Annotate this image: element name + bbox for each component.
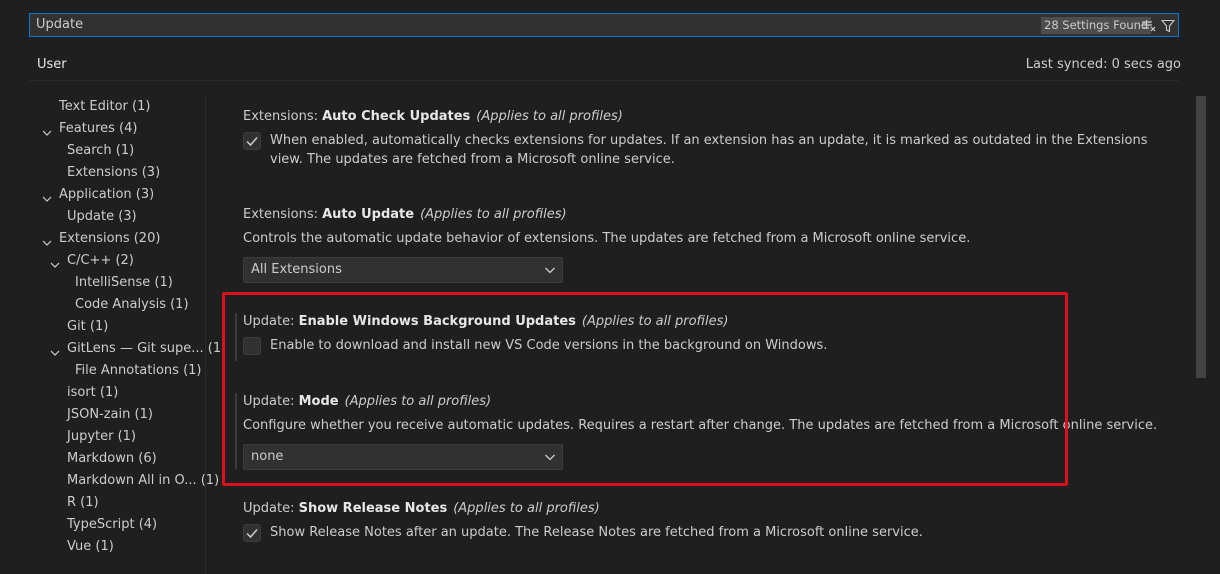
toc-item-label: Search (1) xyxy=(67,143,135,158)
tab-user[interactable]: User xyxy=(29,50,75,81)
toc-item-label: Features (4) xyxy=(59,121,138,136)
setting-scope: (Applies to all profiles) xyxy=(420,207,567,222)
toc-item-label: Jupyter (1) xyxy=(67,429,137,444)
setting-description: Controls the automatic update behavior o… xyxy=(243,231,971,246)
toc-item-update[interactable]: Update (3) xyxy=(67,206,137,228)
auto-check-updates-checkbox[interactable] xyxy=(243,132,261,150)
clear-filter-icon[interactable] xyxy=(1140,17,1158,35)
toc-item-markdown-all-in-one[interactable]: Markdown All in O... (1) xyxy=(67,470,219,492)
toc-item-label: Application (3) xyxy=(59,187,155,202)
chevron-down-icon xyxy=(42,190,52,212)
toc-item-jupyter[interactable]: Jupyter (1) xyxy=(67,426,136,448)
toc-item-label: Vue (1) xyxy=(67,539,114,554)
toc-item-label: GitLens — Git supe... (1) xyxy=(67,341,227,356)
dropdown-value: All Extensions xyxy=(251,262,342,277)
setting-description: When enabled, automatically checks exten… xyxy=(270,133,1148,167)
toc-item-label: Update (3) xyxy=(67,209,137,224)
chevron-down-icon xyxy=(50,344,60,366)
toc-item-label: Markdown All in O... (1) xyxy=(67,473,220,488)
toc-item-intellisense[interactable]: IntelliSense (1) xyxy=(75,272,173,294)
tabs-divider xyxy=(29,80,1179,81)
toc-item-file-annotations[interactable]: File Annotations (1) xyxy=(75,360,202,382)
setting-scope: (Applies to all profiles) xyxy=(476,109,623,124)
checkmark-icon xyxy=(246,137,258,147)
highlight-annotation-box xyxy=(222,292,1068,486)
toc-item-cpp[interactable]: C/C++ (2) xyxy=(50,250,134,272)
settings-search-box[interactable]: 28 Settings Found xyxy=(29,13,1179,37)
toc-item-vue[interactable]: Vue (1) xyxy=(67,536,114,558)
toc-item-label: Extensions (20) xyxy=(59,231,161,246)
setting-name: Auto Update xyxy=(322,207,415,222)
chevron-down-icon xyxy=(544,264,556,280)
toc-item-markdown[interactable]: Markdown (6) xyxy=(67,448,157,470)
toc-item-extensions[interactable]: Extensions (20) xyxy=(42,228,161,250)
toc-item-application[interactable]: Application (3) xyxy=(42,184,155,206)
toc-item-label: Extensions (3) xyxy=(67,165,161,180)
toc-item-code-analysis[interactable]: Code Analysis (1) xyxy=(75,294,189,316)
toc-item-gitlens[interactable]: GitLens — Git supe... (1) xyxy=(50,338,227,360)
setting-title: Extensions: Auto Update (Applies to all p… xyxy=(243,206,1183,224)
chevron-down-icon xyxy=(50,256,60,278)
toc-item-isort[interactable]: isort (1) xyxy=(67,382,118,404)
toc-item-features[interactable]: Features (4) xyxy=(42,118,138,140)
toc-item-label: JSON-zain (1) xyxy=(67,407,153,422)
toc-item-label: isort (1) xyxy=(67,385,119,400)
setting-extensions-auto-update: Extensions: Auto Update (Applies to all p… xyxy=(243,206,1183,286)
chevron-down-icon xyxy=(42,124,52,146)
toc-item-label: Text Editor (1) xyxy=(59,99,151,114)
setting-title: Extensions: Auto Check Updates (Applies t… xyxy=(243,108,1183,126)
setting-name: Show Release Notes xyxy=(298,501,448,516)
setting-scope: (Applies to all profiles) xyxy=(453,501,600,516)
toc-divider xyxy=(205,96,206,574)
toc-item-label: TypeScript (4) xyxy=(67,517,158,532)
toc-item-search[interactable]: Search (1) xyxy=(67,140,134,162)
last-synced-status: Last synced: 0 secs ago xyxy=(1025,57,1181,72)
checkmark-icon xyxy=(246,529,258,539)
toc-item-label: IntelliSense (1) xyxy=(75,275,173,290)
toc-item-label: Git (1) xyxy=(67,319,109,334)
settings-scrollbar[interactable] xyxy=(1196,96,1206,378)
setting-category: Extensions: xyxy=(243,109,323,124)
settings-search-input[interactable] xyxy=(36,14,1026,36)
toc-item-git[interactable]: Git (1) xyxy=(67,316,108,338)
toc-item-text-editor[interactable]: Text Editor (1) xyxy=(59,96,150,118)
setting-name: Auto Check Updates xyxy=(322,109,471,124)
auto-update-dropdown[interactable]: All Extensions xyxy=(243,257,563,283)
setting-category: Extensions: xyxy=(243,207,323,222)
toc-item-r[interactable]: R (1) xyxy=(67,492,99,514)
setting-update-show-release-notes: Update: Show Release Notes (Applies to al… xyxy=(243,500,1183,550)
toc-item-label: File Annotations (1) xyxy=(75,363,202,378)
chevron-down-icon xyxy=(42,234,52,256)
toc-item-json-zain[interactable]: JSON-zain (1) xyxy=(67,404,153,426)
filter-icon[interactable] xyxy=(1159,17,1177,35)
results-count-badge: 28 Settings Found xyxy=(1041,17,1152,34)
setting-category: Update: xyxy=(243,501,299,516)
setting-title: Update: Show Release Notes (Applies to al… xyxy=(243,500,1183,518)
setting-description: Show Release Notes after an update. The … xyxy=(270,525,923,540)
toc-item-label: R (1) xyxy=(67,495,99,510)
toc-item-typescript[interactable]: TypeScript (4) xyxy=(67,514,157,536)
toc-item-features-extensions[interactable]: Extensions (3) xyxy=(67,162,160,184)
toc-item-label: Code Analysis (1) xyxy=(75,297,189,312)
show-release-notes-checkbox[interactable] xyxy=(243,524,261,542)
toc-item-label: C/C++ (2) xyxy=(67,253,134,268)
setting-extensions-auto-check-updates: Extensions: Auto Check Updates (Applies t… xyxy=(243,108,1183,168)
toc-item-label: Markdown (6) xyxy=(67,451,157,466)
